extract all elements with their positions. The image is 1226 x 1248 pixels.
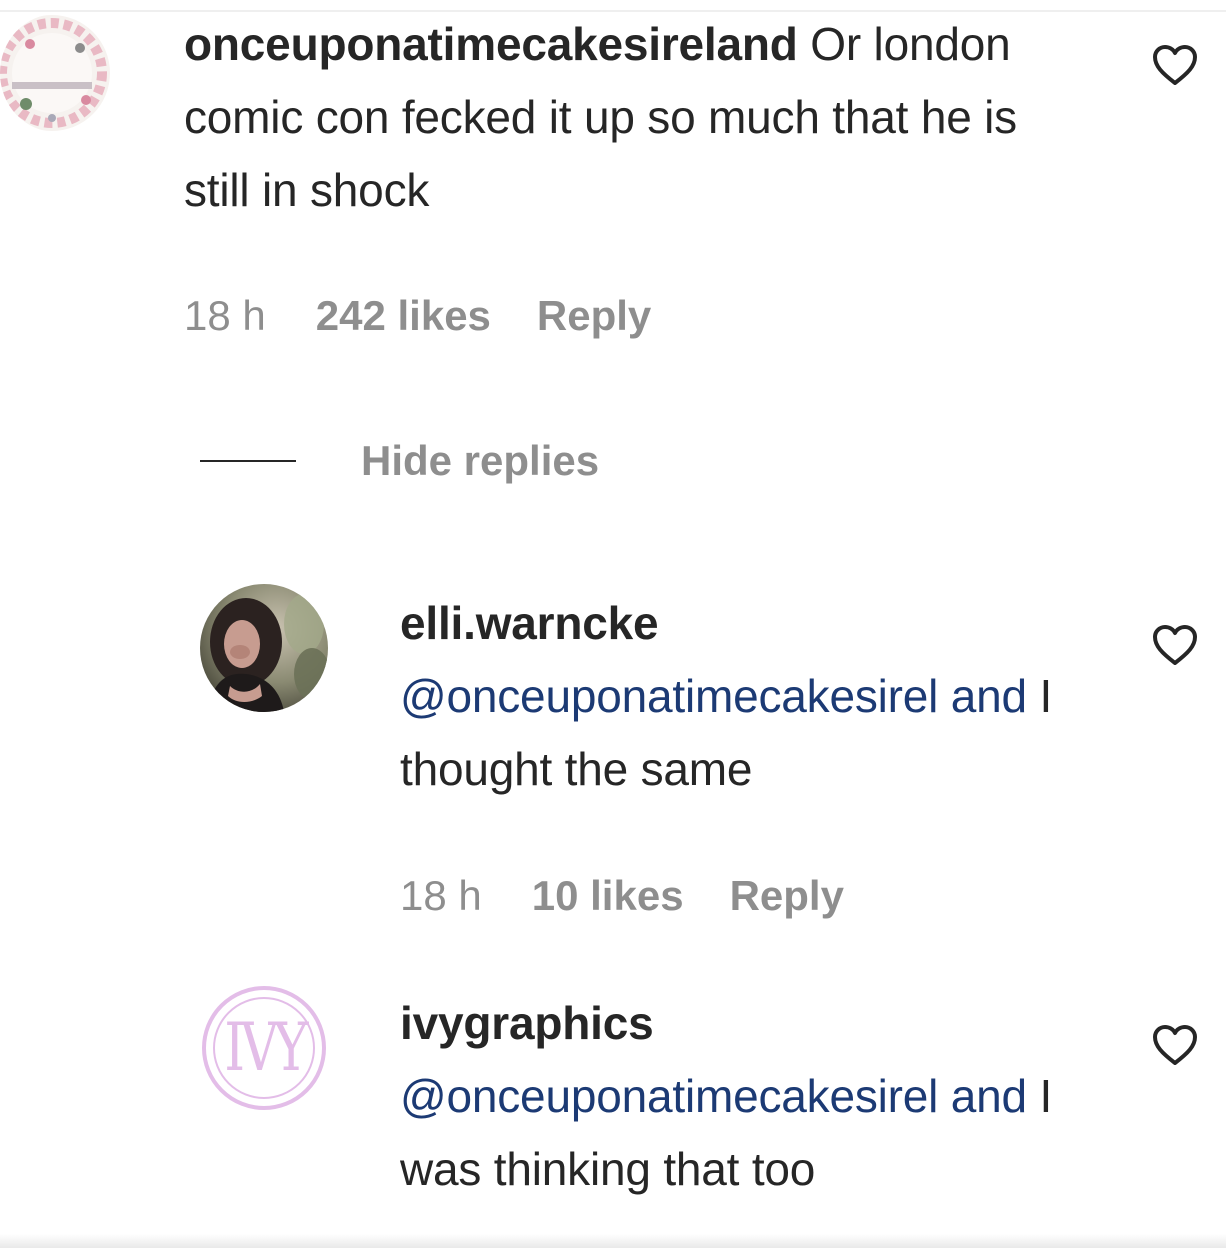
bottom-edge [0,1234,1226,1248]
like-heart-icon[interactable] [1152,1024,1198,1066]
cake-logo-avatar[interactable] [0,14,112,132]
comment-text-block: onceuponatimecakesireland Or london comi… [184,8,1084,227]
comment-meta: 18 h 242 likes Reply [184,292,697,340]
reply-username[interactable]: ivygraphics [400,987,1120,1060]
hide-replies-label: Hide replies [361,437,600,484]
like-heart-icon[interactable] [1152,44,1198,86]
reply-meta: 18 h 10 likes Reply [400,872,890,920]
mention-link[interactable]: @onceuponatimecakesirel and [400,1070,1027,1122]
reply-likes-count[interactable]: 10 likes [532,872,684,919]
reply-username[interactable]: elli.warncke [400,587,1120,660]
comment-likes-count[interactable]: 242 likes [316,292,491,339]
comment-username[interactable]: onceuponatimecakesireland [184,18,798,70]
reply-text-block: elli.warncke @onceuponatimecakesirel and… [400,587,1120,806]
mention-link[interactable]: @onceuponatimecakesirel and [400,670,1027,722]
reply-button[interactable]: Reply [730,872,844,919]
ivy-monogram-text: IVY [224,1009,308,1086]
reply-button[interactable]: Reply [537,292,651,339]
reply-timestamp: 18 h [400,872,482,919]
hide-replies-toggle[interactable]: Hide replies [200,434,599,488]
comment-timestamp: 18 h [184,292,266,339]
replies-divider-line [200,460,296,462]
like-heart-icon[interactable] [1152,624,1198,666]
reply-text-block: ivygraphics @onceuponatimecakesirel and … [400,987,1120,1206]
profile-photo-avatar[interactable] [200,584,328,712]
ivy-monogram-avatar[interactable]: IVY [200,984,328,1112]
